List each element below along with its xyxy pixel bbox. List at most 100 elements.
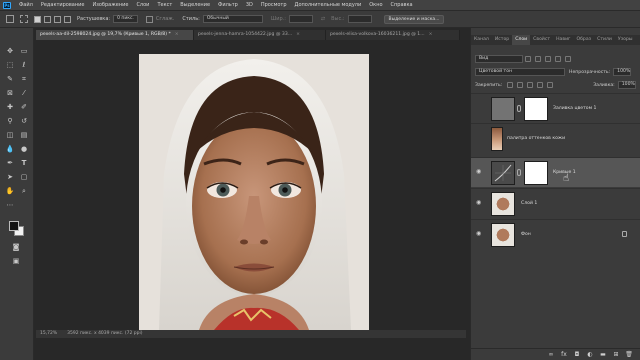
visibility-toggle-off[interactable] (476, 135, 484, 141)
menu-plugins[interactable]: Дополнительные модули (291, 2, 366, 8)
layer-name[interactable]: Заливка цветом 1 (553, 106, 596, 111)
gradient-tool-icon[interactable]: ▤ (18, 130, 30, 140)
lock-transparency-icon[interactable] (507, 82, 514, 88)
layer-name[interactable]: Фон (521, 232, 531, 237)
new-layer-icon[interactable]: ⊞ (612, 351, 620, 359)
delete-layer-icon[interactable]: 🗑 (625, 351, 633, 359)
new-group-icon[interactable]: ▬ (599, 351, 607, 359)
menu-image[interactable]: Изображение (88, 2, 132, 8)
history-brush-tool-icon[interactable]: ↺ (18, 116, 30, 126)
menu-filter[interactable]: Фильтр (214, 2, 242, 8)
add-mask-icon[interactable]: ◘ (573, 351, 581, 359)
tab-styles[interactable]: Стили (594, 35, 615, 45)
antialias-checkbox[interactable] (145, 15, 153, 23)
select-and-mask-button[interactable]: Выделение и маска... (383, 14, 445, 24)
photoshop-logo-icon[interactable]: Ps (3, 1, 11, 9)
eye-icon[interactable]: ◉ (476, 169, 484, 175)
menu-window[interactable]: Окно (365, 2, 386, 8)
tab-properties[interactable]: Свойст (530, 35, 553, 45)
lock-position-icon[interactable] (527, 82, 534, 88)
layer-row-fill[interactable]: Заливка цветом 1 (471, 93, 640, 123)
subtract-selection-icon[interactable] (54, 15, 61, 23)
blend-mode-select[interactable]: Цветовой тон (475, 68, 565, 76)
marquee-tool-preset-icon[interactable] (20, 15, 28, 23)
height-input[interactable] (347, 15, 372, 23)
tab-navigator[interactable]: Навиг (553, 35, 573, 45)
lock-all-icon[interactable] (547, 82, 554, 88)
link-icon[interactable] (517, 169, 521, 176)
close-icon[interactable]: × (429, 32, 433, 37)
menu-3d[interactable]: 3D (242, 2, 257, 8)
screen-mode-icon[interactable]: ▣ (10, 256, 22, 266)
eye-icon[interactable]: ◉ (476, 231, 484, 237)
layer-name[interactable]: Слой 1 (521, 201, 537, 206)
tab-layers[interactable]: Слои (512, 35, 531, 45)
menu-help[interactable]: Справка (387, 2, 417, 8)
opacity-input[interactable]: 100% (613, 68, 632, 76)
path-select-tool-icon[interactable]: ➤ (4, 172, 16, 182)
menu-select[interactable]: Выделение (176, 2, 214, 8)
menu-layers[interactable]: Слои (132, 2, 153, 8)
new-selection-icon[interactable] (34, 15, 41, 23)
feather-input[interactable]: 0 пикс. (113, 15, 138, 23)
fill-input[interactable]: 100% (617, 81, 636, 89)
menu-type[interactable]: Текст (153, 2, 176, 8)
healing-brush-tool-icon[interactable]: ✚ (4, 102, 16, 112)
intersect-selection-icon[interactable] (64, 15, 71, 23)
brush-tool-icon[interactable]: ✐ (18, 102, 30, 112)
doc-tab-elisa-volkova[interactable]: pexels-elisa-volkova-16036211.jpg @ 1...… (326, 30, 460, 40)
type-tool-icon[interactable]: T (18, 158, 30, 168)
layer-style-icon[interactable]: fx (560, 351, 568, 359)
menu-view[interactable]: Просмотр (257, 2, 291, 8)
canvas-area[interactable] (36, 40, 466, 330)
home-icon[interactable] (6, 15, 14, 23)
foreground-color-swatch[interactable] (9, 221, 19, 231)
lasso-tool-icon[interactable]: ℓ (18, 60, 30, 70)
move-tool-icon[interactable]: ✥ (4, 46, 16, 56)
blur-tool-icon[interactable]: 💧 (4, 144, 16, 154)
filter-smart-object-icon[interactable] (565, 56, 571, 62)
clone-stamp-tool-icon[interactable]: ⚲ (4, 116, 16, 126)
zoom-tool-icon[interactable]: ⌕ (18, 186, 30, 196)
tab-samples[interactable]: Образ (573, 35, 594, 45)
layer-row-background[interactable]: ◉ Фон (471, 219, 640, 249)
dodge-tool-icon[interactable]: ● (18, 144, 30, 154)
layer-row-layer1[interactable]: ◉ Слой 1 (471, 188, 640, 218)
marquee-tool-icon[interactable]: ⬚ (4, 60, 16, 70)
quick-mask-icon[interactable]: ◙ (10, 242, 22, 252)
zoom-level[interactable]: 15,72% (40, 331, 57, 336)
tab-channels[interactable]: Канал (471, 35, 492, 45)
eye-icon[interactable]: ◉ (476, 200, 484, 206)
doc-tab-jenna-hamra[interactable]: pexels-jenna-hamra-1054422.jpg @ 33... × (194, 30, 326, 40)
width-input[interactable] (288, 15, 313, 23)
filter-adjustment-icon[interactable] (535, 56, 541, 62)
add-selection-icon[interactable] (44, 15, 51, 23)
link-layers-icon[interactable]: ∞ (547, 351, 555, 359)
crop-tool-icon[interactable]: ⌗ (18, 74, 30, 84)
filter-shape-icon[interactable] (555, 56, 561, 62)
artboard-tool-icon[interactable]: ▭ (18, 46, 30, 56)
tab-patterns[interactable]: Узоры (615, 35, 636, 45)
eraser-tool-icon[interactable]: ◫ (4, 130, 16, 140)
document-image[interactable] (139, 54, 369, 330)
menu-edit[interactable]: Редактирование (37, 2, 89, 8)
filter-type-icon[interactable] (545, 56, 551, 62)
frame-tool-icon[interactable]: ⊠ (4, 88, 16, 98)
lock-pixels-icon[interactable] (517, 82, 524, 88)
layer-mask-thumbnail[interactable] (524, 97, 548, 121)
eyedropper-tool-icon[interactable]: ⁄ (18, 88, 30, 98)
layer-kind-filter[interactable]: Вид (475, 55, 523, 63)
shape-tool-icon[interactable]: ▢ (18, 172, 30, 182)
layer-row-palette[interactable]: палитра оттенков кожи (471, 123, 640, 153)
menu-file[interactable]: Файл (15, 2, 37, 8)
tab-history[interactable]: Истор (492, 35, 512, 45)
hand-tool-icon[interactable]: ✋ (4, 186, 16, 196)
new-adjustment-layer-icon[interactable]: ◐ (586, 351, 594, 359)
visibility-toggle-off[interactable] (476, 105, 484, 111)
doc-tab-aa-dil[interactable]: pexels-aa-dil-2598024.jpg @ 19,7% (Кривы… (36, 30, 194, 40)
lock-artboard-icon[interactable] (537, 82, 544, 88)
swap-icon[interactable]: ⇄ (321, 16, 325, 22)
quick-select-tool-icon[interactable]: ✎ (4, 74, 16, 84)
filter-pixel-icon[interactable] (525, 56, 531, 62)
style-select[interactable]: Обычный (202, 15, 263, 23)
